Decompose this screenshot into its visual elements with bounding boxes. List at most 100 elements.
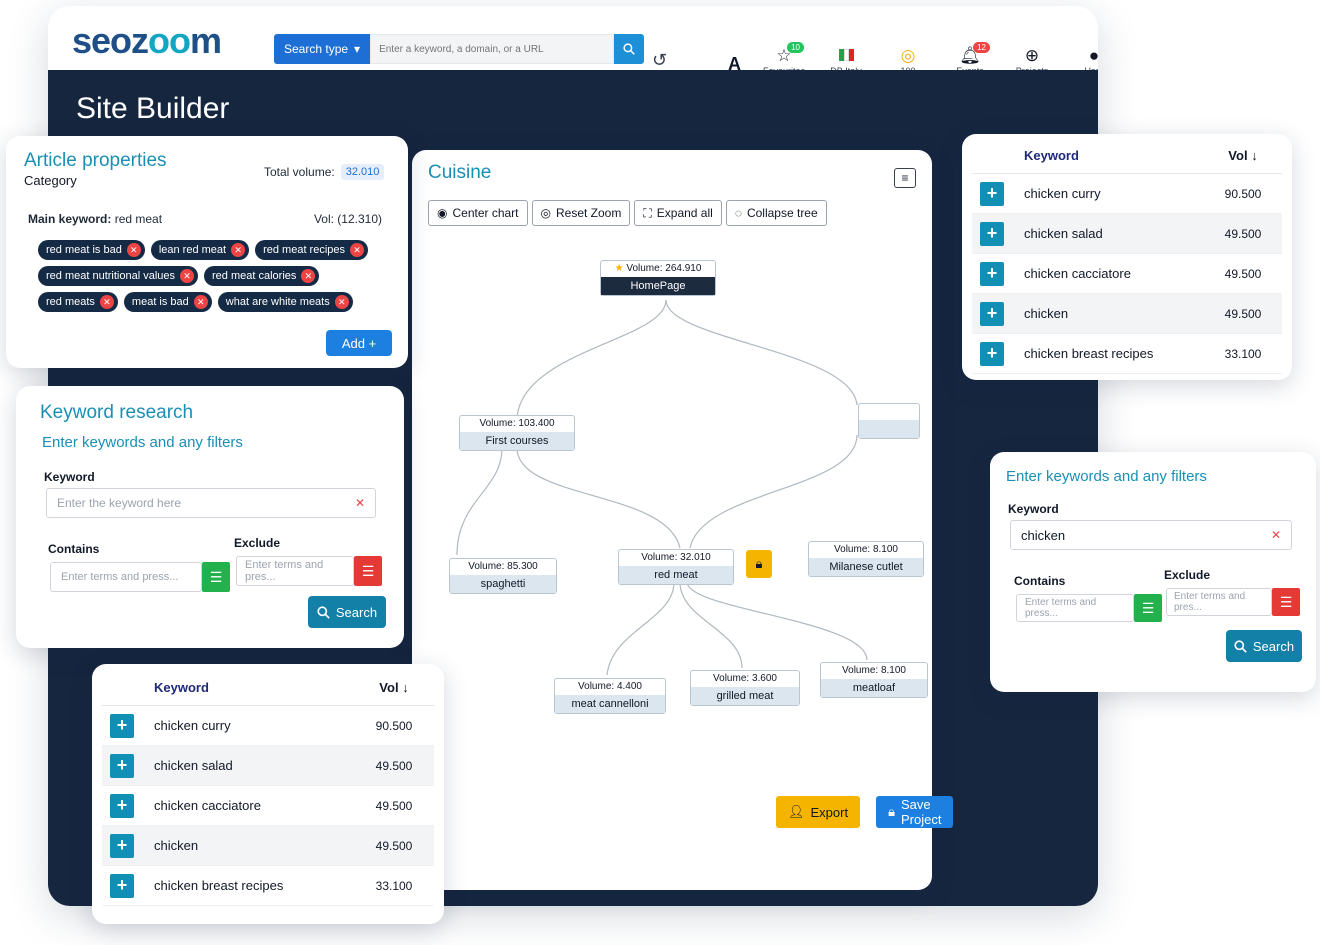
sort-down-icon: ↓ (1251, 148, 1258, 163)
events-badge: 12 (973, 42, 990, 53)
contains-input[interactable]: Enter terms and press... (1016, 594, 1134, 622)
keyword-field[interactable]: Enter the keyword here ✕ (46, 488, 376, 518)
clear-icon[interactable]: ✕ (355, 496, 365, 510)
add-button[interactable]: Add + (326, 330, 392, 356)
add-cell: + (972, 253, 1016, 294)
search-input[interactable] (370, 34, 615, 64)
keyword-table: Keyword Vol ↓ + chicken curry 90.500 + chic… (972, 138, 1282, 374)
list-icon[interactable]: ☰ (1134, 594, 1162, 622)
exclude-input[interactable]: Enter terms and pres... (236, 556, 354, 586)
add-cell: + (102, 865, 146, 906)
add-keyword-icon[interactable]: + (110, 793, 134, 818)
exclude-group: Enter terms and pres... ☰ (1166, 588, 1300, 616)
exclude-placeholder: Enter terms and pres... (1174, 591, 1246, 613)
keyword-field[interactable]: chicken ✕ (1010, 520, 1292, 550)
contains-group: Enter terms and press... ☰ (50, 562, 230, 592)
keyword-cell: chicken breast recipes (146, 865, 354, 906)
add-keyword-icon[interactable]: + (980, 341, 1004, 366)
tree-node-homepage[interactable]: ★ Volume: 264.910 HomePage (600, 260, 716, 296)
vol-cell: 49.500 (354, 825, 434, 866)
remove-chip-icon[interactable]: ✕ (350, 243, 365, 257)
vol-cell: 33.100 (1204, 333, 1282, 374)
exclude-input[interactable]: Enter terms and pres... (1166, 588, 1272, 616)
search-label: Search (1252, 638, 1295, 654)
exclude-group: Enter terms and pres... ☰ (236, 556, 382, 586)
search-bar: Search type ▾ (274, 34, 645, 64)
remove-chip-icon[interactable]: ✕ (334, 295, 349, 309)
keyword-placeholder: Enter the keyword here (57, 496, 182, 510)
chip-label: red meats (46, 296, 95, 308)
exclude-label: Exclude (234, 536, 281, 550)
tree-node-spaghetti[interactable]: Volume: 85.300 spaghetti (449, 558, 557, 594)
add-cell: + (972, 293, 1016, 334)
save-project-button[interactable]: 🔒︎ Save Project (876, 796, 954, 828)
lock-icon[interactable]: 🔒︎ (746, 550, 772, 578)
list-icon[interactable]: ☰ (202, 562, 230, 592)
contains-input[interactable]: Enter terms and press... (50, 562, 202, 592)
node-volume: Volume: 85.300 (468, 561, 538, 572)
add-cell: + (102, 825, 146, 866)
column-vol[interactable]: Vol ↓ (354, 670, 434, 706)
node-name (859, 420, 919, 438)
tree-node-red-meat[interactable]: Volume: 32.010 red meat (618, 549, 734, 585)
export-button[interactable]: 👤︎ Export (776, 796, 861, 828)
tree-node-meat-cannelloni[interactable]: Volume: 4.400 meat cannelloni (554, 678, 666, 714)
vol-cell: 49.500 (1204, 253, 1282, 294)
remove-chip-icon[interactable]: ✕ (231, 243, 246, 257)
column-keyword[interactable]: Keyword (1016, 138, 1204, 174)
add-cell: + (972, 213, 1016, 254)
exclude-label: Exclude (1164, 568, 1211, 582)
clear-icon[interactable]: ✕ (1271, 528, 1281, 542)
tree-node-first-courses[interactable]: Volume: 103.400 First courses (459, 415, 575, 451)
tree-node-blank[interactable] (858, 403, 920, 439)
list-icon[interactable]: ☰ (1272, 588, 1300, 616)
keyword-cell: chicken cacciatore (146, 785, 354, 826)
remove-chip-icon[interactable]: ✕ (126, 243, 141, 257)
keyword-label: Keyword (1008, 502, 1059, 516)
search-button[interactable] (614, 34, 645, 64)
history-icon[interactable]: ↺ (652, 50, 667, 71)
search-button[interactable]: Search (308, 596, 386, 628)
column-keyword[interactable]: Keyword (146, 670, 354, 706)
keyword-research-card: Keyword research Enter keywords and any … (16, 386, 404, 648)
seozoom-logo[interactable]: seozoom (72, 20, 222, 62)
table-row: + chicken 49.500 (102, 825, 434, 866)
main-keyword-label: Main keyword: (28, 212, 112, 226)
remove-chip-icon[interactable]: ✕ (99, 295, 114, 309)
add-keyword-icon[interactable]: + (980, 221, 1004, 246)
keyword-cell: chicken curry (146, 705, 354, 746)
vol-cell: 33.100 (354, 865, 434, 906)
keyword-table: Keyword Vol ↓ + chicken curry 90.500 + chic… (102, 670, 434, 906)
research-subtitle: Enter keywords and any filters (42, 434, 243, 451)
tree-node-grilled-meat[interactable]: Volume: 3.600 grilled meat (690, 670, 800, 706)
keyword-chip: red meat calories ✕ (204, 266, 320, 286)
keyword-chip: red meats ✕ (38, 292, 118, 312)
remove-chip-icon[interactable]: ✕ (193, 295, 208, 309)
tree-node-meatloaf[interactable]: Volume: 8.100 meatloaf (820, 662, 928, 698)
keyword-chip: what are white meats ✕ (217, 292, 353, 312)
node-name: First courses (460, 432, 574, 450)
remove-chip-icon[interactable]: ✕ (301, 269, 316, 283)
search-type-dropdown[interactable]: Search type ▾ (274, 34, 371, 64)
add-keyword-icon[interactable]: + (110, 713, 134, 738)
node-name: HomePage (601, 277, 715, 295)
add-keyword-icon[interactable]: + (110, 753, 134, 778)
node-volume: Volume: 264.910 (626, 263, 702, 274)
header-spacer (972, 138, 1016, 174)
remove-chip-icon[interactable]: ✕ (180, 269, 195, 283)
main-keyword-volume: Vol: (12.310) (313, 212, 382, 226)
search-button[interactable]: Search (1226, 630, 1302, 662)
user-icon: ● (1088, 46, 1098, 65)
column-vol-label: Vol (1228, 148, 1248, 163)
globe-icon: ⊕ (1024, 46, 1040, 65)
add-keyword-icon[interactable]: + (980, 181, 1004, 206)
node-volume: Volume: 8.100 (842, 665, 906, 676)
add-keyword-icon[interactable]: + (110, 873, 134, 898)
add-keyword-icon[interactable]: + (980, 301, 1004, 326)
list-icon[interactable]: ☰ (354, 556, 382, 586)
node-name: meat cannelloni (555, 695, 665, 713)
add-keyword-icon[interactable]: + (110, 833, 134, 858)
tree-node-milanese-cutlet[interactable]: Volume: 8.100 Milanese cutlet (808, 541, 924, 577)
column-vol[interactable]: Vol ↓ (1204, 138, 1282, 174)
add-keyword-icon[interactable]: + (980, 261, 1004, 286)
